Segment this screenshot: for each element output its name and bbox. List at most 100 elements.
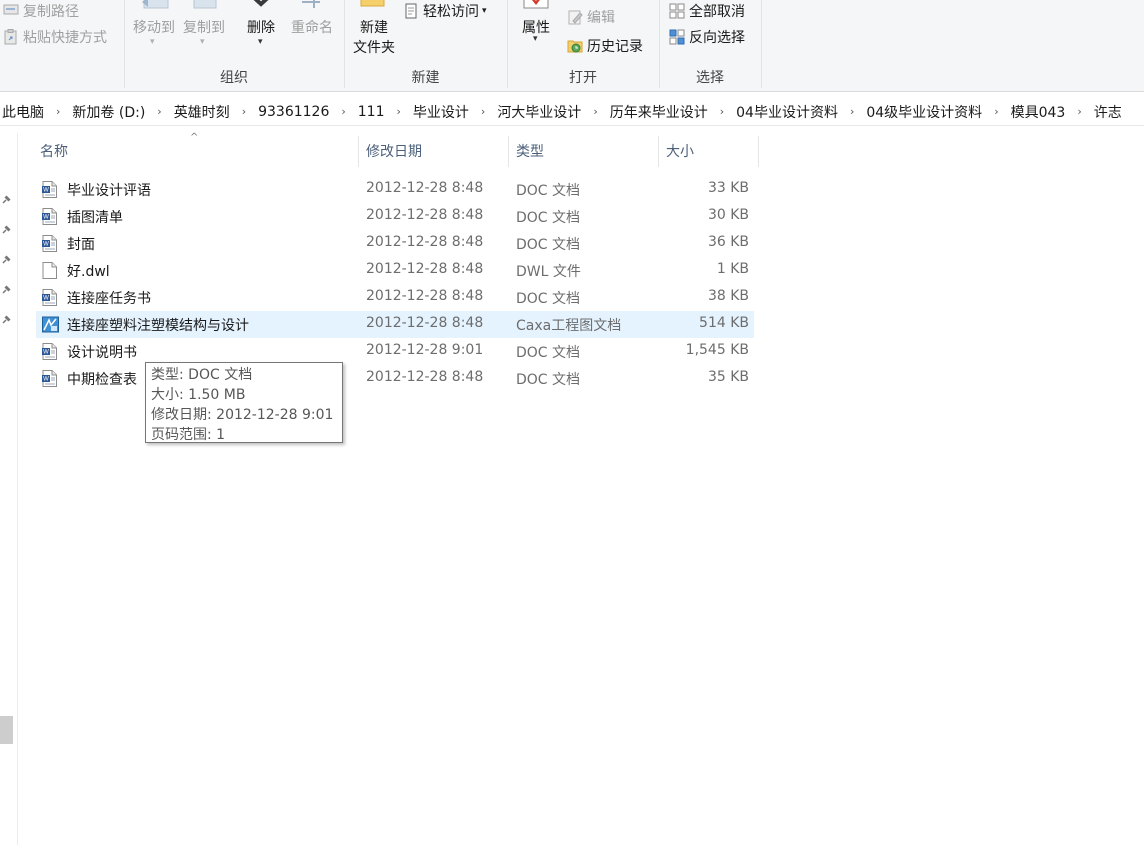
svg-text:W: W bbox=[43, 350, 49, 356]
history-icon bbox=[567, 38, 583, 54]
file-size: 36 KB bbox=[707, 234, 749, 250]
nav-scrollbar-thumb[interactable] bbox=[0, 716, 13, 744]
column-header-type[interactable]: 类型 bbox=[516, 136, 654, 166]
paste-shortcut-button[interactable]: 粘贴快捷方式 bbox=[3, 27, 107, 47]
word-doc-icon: W bbox=[42, 289, 57, 306]
edit-button[interactable]: 编辑 bbox=[567, 7, 615, 27]
easy-access-button[interactable]: 轻松访问 ▾ bbox=[403, 1, 487, 21]
chevron-right-icon[interactable]: › bbox=[331, 105, 355, 118]
move-to-label: 移动到 bbox=[133, 20, 175, 36]
move-to-button[interactable]: 移动到 ▾ bbox=[130, 0, 178, 47]
file-name: 连接座任务书 bbox=[67, 291, 151, 307]
properties-icon bbox=[523, 0, 549, 9]
file-info-tooltip: 类型: DOC 文档 大小: 1.50 MB 修改日期: 2012-12-28 … bbox=[145, 362, 343, 443]
invert-selection-icon bbox=[669, 29, 685, 45]
file-row[interactable]: W 设计说明书 2012-12-28 9:01 DOC 文档 1,545 KB bbox=[36, 338, 754, 365]
word-doc-icon: W bbox=[42, 208, 57, 225]
copy-to-label: 复制到 bbox=[183, 20, 225, 36]
chevron-right-icon[interactable]: › bbox=[583, 105, 607, 118]
breadcrumb-item[interactable]: 模具043 bbox=[1009, 102, 1068, 122]
open-group-label: 打开 bbox=[569, 70, 597, 86]
organize-group-label: 组织 bbox=[220, 70, 248, 86]
file-type: DOC 文档 bbox=[516, 183, 581, 199]
file-size: 514 KB bbox=[699, 315, 749, 331]
breadcrumb-item[interactable]: 93361126 bbox=[256, 104, 331, 120]
tooltip-modified: 修改日期: 2012-12-28 9:01 bbox=[151, 407, 334, 423]
copy-path-button[interactable]: 复制路径 bbox=[3, 1, 79, 21]
select-none-button[interactable]: 全部取消 bbox=[669, 1, 745, 21]
chevron-right-icon[interactable]: › bbox=[984, 105, 1008, 118]
file-type: DOC 文档 bbox=[516, 237, 581, 253]
file-type: DWL 文件 bbox=[516, 264, 581, 280]
chevron-right-icon[interactable]: › bbox=[1067, 105, 1091, 118]
new-folder-icon bbox=[360, 0, 385, 7]
file-name: 封面 bbox=[67, 237, 95, 253]
file-name: 设计说明书 bbox=[67, 345, 137, 361]
file-size: 1,545 KB bbox=[685, 342, 749, 358]
delete-label: 删除 bbox=[247, 20, 275, 36]
word-doc-icon: W bbox=[42, 370, 57, 387]
word-doc-icon: W bbox=[42, 181, 57, 198]
column-header-name[interactable]: 名称 bbox=[40, 136, 355, 166]
breadcrumb: 此电脑 › 新加卷 (D:) › 英雄时刻 › 93361126 › 111 › 毕业设计 › 河大毕业… bbox=[0, 98, 1144, 126]
copy-path-icon bbox=[3, 3, 19, 19]
pin-icon bbox=[2, 195, 11, 204]
paste-shortcut-label: 粘贴快捷方式 bbox=[23, 30, 107, 46]
file-type: DOC 文档 bbox=[516, 291, 581, 307]
svg-text:W: W bbox=[43, 296, 49, 302]
chevron-right-icon[interactable]: › bbox=[232, 105, 256, 118]
history-button[interactable]: 历史记录 bbox=[567, 36, 643, 56]
file-size: 30 KB bbox=[707, 207, 749, 223]
delete-button[interactable]: 删除 ▾ bbox=[238, 0, 284, 47]
svg-text:W: W bbox=[43, 377, 49, 383]
copy-to-button[interactable]: 复制到 ▾ bbox=[180, 0, 228, 47]
file-type: DOC 文档 bbox=[516, 345, 581, 361]
invert-selection-button[interactable]: 反向选择 bbox=[669, 27, 745, 47]
file-row-selected[interactable]: 连接座塑料注塑模结构与设计 2012-12-28 8:48 Caxa工程图文档 … bbox=[36, 311, 754, 338]
breadcrumb-item[interactable]: 毕业设计 bbox=[411, 102, 471, 122]
chevron-right-icon[interactable]: › bbox=[46, 105, 70, 118]
file-row[interactable]: W 连接座任务书 2012-12-28 8:48 DOC 文档 38 KB bbox=[36, 284, 754, 311]
rename-button[interactable]: 重命名 bbox=[286, 0, 338, 42]
breadcrumb-item[interactable]: 河大毕业设计 bbox=[495, 102, 583, 122]
svg-text:W: W bbox=[43, 242, 49, 248]
column-divider[interactable] bbox=[758, 136, 759, 167]
svg-text:W: W bbox=[43, 215, 49, 221]
breadcrumb-item[interactable]: 111 bbox=[356, 104, 387, 120]
tooltip-type: 类型: DOC 文档 bbox=[151, 367, 253, 383]
chevron-right-icon[interactable]: › bbox=[471, 105, 495, 118]
file-name: 连接座塑料注塑模结构与设计 bbox=[67, 318, 249, 334]
breadcrumb-item[interactable]: 此电脑 bbox=[0, 102, 46, 122]
breadcrumb-item[interactable]: 英雄时刻 bbox=[172, 102, 232, 122]
file-name: 好.dwl bbox=[67, 264, 110, 280]
pin-icon bbox=[2, 315, 11, 324]
new-folder-button[interactable]: 新建 文件夹 bbox=[348, 0, 400, 62]
breadcrumb-item[interactable]: 历年来毕业设计 bbox=[608, 102, 710, 122]
chevron-right-icon[interactable]: › bbox=[840, 105, 864, 118]
easy-access-label: 轻松访问 bbox=[423, 4, 479, 20]
ribbon-separator bbox=[761, 0, 762, 88]
breadcrumb-item[interactable]: 04毕业设计资料 bbox=[734, 102, 840, 122]
file-row[interactable]: W 毕业设计评语 2012-12-28 8:48 DOC 文档 33 KB bbox=[36, 176, 754, 203]
file-row[interactable]: W 插图清单 2012-12-28 8:48 DOC 文档 30 KB bbox=[36, 203, 754, 230]
column-header-size[interactable]: 大小 bbox=[666, 136, 756, 166]
file-date: 2012-12-28 9:01 bbox=[366, 342, 484, 358]
copy-path-label: 复制路径 bbox=[23, 4, 79, 20]
column-divider[interactable] bbox=[508, 136, 509, 167]
chevron-right-icon[interactable]: › bbox=[710, 105, 734, 118]
new-folder-label-line2: 文件夹 bbox=[353, 40, 395, 56]
chevron-right-icon[interactable]: › bbox=[147, 105, 171, 118]
column-divider[interactable] bbox=[658, 136, 659, 167]
column-header-date[interactable]: 修改日期 bbox=[366, 136, 504, 166]
file-row[interactable]: W 中期检查表 2012-12-28 8:48 DOC 文档 35 KB bbox=[36, 365, 754, 392]
caxa-drawing-icon bbox=[42, 316, 59, 333]
column-divider[interactable] bbox=[358, 136, 359, 167]
properties-button[interactable]: 属性 ▾ bbox=[512, 0, 560, 44]
chevron-right-icon[interactable]: › bbox=[387, 105, 411, 118]
file-row[interactable]: 好.dwl 2012-12-28 8:48 DWL 文件 1 KB bbox=[36, 257, 754, 284]
file-row[interactable]: W 封面 2012-12-28 8:48 DOC 文档 36 KB bbox=[36, 230, 754, 257]
word-doc-icon: W bbox=[42, 235, 57, 252]
breadcrumb-item[interactable]: 04级毕业设计资料 bbox=[864, 102, 984, 122]
breadcrumb-item[interactable]: 新加卷 (D:) bbox=[70, 102, 147, 122]
breadcrumb-item[interactable]: 许志 bbox=[1092, 102, 1124, 122]
